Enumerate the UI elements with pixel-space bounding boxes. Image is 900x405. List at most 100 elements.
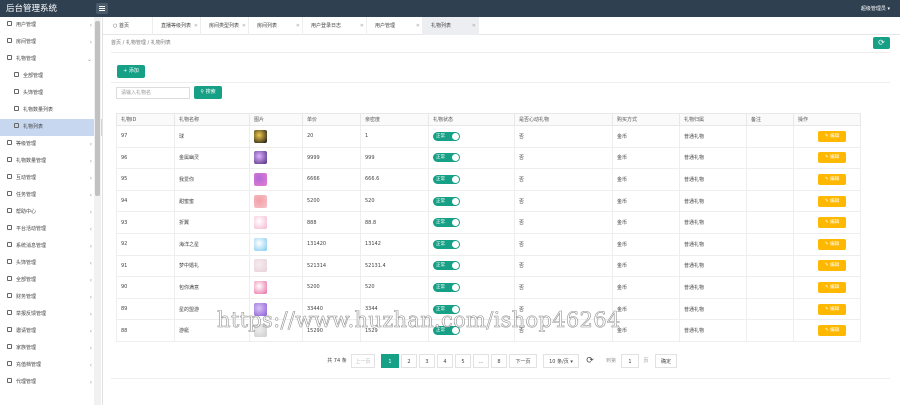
sidebar-item[interactable]: 举报反馈管理 ‹ — [0, 306, 102, 323]
status-cell: 正常 — [428, 254, 515, 278]
sidebar-item[interactable]: 房间管理 ‹ — [0, 34, 102, 51]
menu-item-icon — [7, 191, 12, 196]
user-menu[interactable]: 超级管理员 ▾ — [861, 5, 890, 12]
menu-item-icon — [14, 89, 19, 94]
tab[interactable]: 礼物列表 ✕ — [423, 17, 479, 35]
status-toggle[interactable]: 正常 — [433, 196, 460, 206]
sidebar-item[interactable]: 礼物数量管理 ‹ — [0, 153, 102, 170]
menu-item-icon — [7, 140, 12, 145]
status-toggle[interactable]: 正常 — [433, 282, 460, 292]
menu-item-icon — [7, 21, 12, 26]
sidebar-item[interactable]: 平台活动管理 ‹ — [0, 221, 102, 238]
page-size-select[interactable]: 10 条/页 ▾ — [543, 354, 579, 368]
status-toggle[interactable]: 正常 — [433, 261, 460, 271]
edit-button[interactable]: ✎ 编辑 — [818, 325, 846, 337]
sidebar-item[interactable]: 礼物列表 — [0, 119, 102, 136]
pagination-next[interactable]: 下一页 — [509, 354, 537, 368]
edit-button[interactable]: ✎ 编辑 — [818, 260, 846, 272]
close-icon[interactable]: ✕ — [472, 17, 476, 35]
edit-button[interactable]: ✎ 编辑 — [818, 303, 846, 315]
edit-button[interactable]: ✎ 编辑 — [818, 152, 846, 164]
tab[interactable]: ○ 首页 — [105, 17, 153, 35]
heartbeat-gift-cell: 否 — [514, 168, 613, 191]
close-icon[interactable]: ✕ — [296, 17, 300, 35]
status-toggle[interactable]: 正常 — [433, 153, 460, 163]
gift-id-cell: 96 — [116, 146, 175, 170]
edit-label: 编辑 — [830, 133, 840, 139]
sidebar-item[interactable]: 用户管理 ‹ — [0, 17, 102, 34]
sidebar-item[interactable]: 充值档管理 ‹ — [0, 357, 102, 374]
menu-item-icon — [14, 72, 19, 77]
status-toggle[interactable]: 正常 — [433, 131, 460, 141]
status-label: 正常 — [436, 220, 445, 226]
note-cell — [746, 319, 794, 342]
gift-image-cell — [249, 276, 303, 299]
sidebar-item[interactable]: 家族管理 ‹ — [0, 340, 102, 357]
status-toggle[interactable]: 正常 — [433, 218, 460, 228]
close-icon[interactable]: ✕ — [242, 17, 246, 35]
close-icon[interactable]: ✕ — [360, 17, 364, 35]
sidebar-item[interactable]: 财务管理 ‹ — [0, 289, 102, 306]
pagination-page-4[interactable]: 4 — [437, 354, 453, 368]
sidebar-item[interactable]: 礼物数量列表 — [0, 102, 102, 119]
sidebar-item[interactable]: 全部管理 ‹ — [0, 272, 102, 289]
tab[interactable]: 房间类型列表 ✕ — [201, 17, 249, 35]
edit-button[interactable]: ✎ 编辑 — [818, 217, 846, 229]
pagination-page-1[interactable]: 1 — [381, 354, 399, 368]
edit-button[interactable]: ✎ 编辑 — [818, 130, 846, 142]
price-cell: 131420 — [302, 232, 361, 256]
tab[interactable]: 用户管理 ✕ — [367, 17, 423, 35]
pagination-page-5[interactable]: 5 — [455, 354, 471, 368]
edit-button[interactable]: ✎ 编辑 — [818, 195, 846, 207]
tab[interactable]: 房间列表 ✕ — [249, 17, 303, 35]
goto-page-input[interactable]: 1 — [621, 354, 639, 368]
gift-name-cell: 折翼 — [174, 211, 250, 234]
sidebar-item[interactable]: 任务管理 ‹ — [0, 187, 102, 204]
refresh-icon[interactable]: ⟳ — [585, 354, 595, 368]
refresh-button[interactable]: ⟳ — [873, 37, 890, 49]
goto-confirm-button[interactable]: 确定 — [655, 354, 677, 368]
sidebar-item[interactable]: 全部管理 — [0, 68, 102, 85]
tab[interactable]: 直播等级列表 ✕ — [153, 17, 201, 35]
note-cell — [746, 254, 794, 278]
pagination-ellipsis: … — [473, 354, 489, 368]
edit-button[interactable]: ✎ 编辑 — [818, 238, 846, 250]
status-toggle[interactable]: 正常 — [433, 239, 460, 249]
toggle-knob — [452, 240, 459, 248]
breadcrumb-home[interactable]: 首页 — [111, 40, 121, 46]
gift-image — [254, 259, 267, 273]
sidebar-scrollbar[interactable] — [94, 17, 101, 405]
menu-toggle-icon[interactable] — [96, 3, 108, 14]
column-header: 图片 — [249, 113, 303, 126]
edit-label: 编辑 — [830, 241, 840, 247]
sidebar-item[interactable]: 头饰管理 ‹ — [0, 255, 102, 272]
sidebar-item[interactable]: 邀请管理 ‹ — [0, 323, 102, 340]
heartbeat-gift-cell: 否 — [514, 254, 613, 278]
tab[interactable]: 用户登录日志 ✕ — [303, 17, 367, 35]
sidebar-scroll-thumb[interactable] — [95, 21, 100, 196]
add-gift-button[interactable]: + 添加 — [117, 65, 145, 78]
pagination-prev[interactable]: 上一页 — [351, 354, 375, 368]
sidebar-item[interactable]: 互动管理 ‹ — [0, 170, 102, 187]
sidebar-item[interactable]: 系统消息管理 ‹ — [0, 238, 102, 255]
gift-name-search-input[interactable] — [116, 87, 190, 99]
edit-button[interactable]: ✎ 编辑 — [818, 173, 846, 185]
close-icon[interactable]: ✕ — [194, 17, 198, 35]
pagination-page-8[interactable]: 8 — [491, 354, 507, 368]
sidebar-item-label: 礼物管理 — [16, 56, 37, 62]
edit-button[interactable]: ✎ 编辑 — [818, 281, 846, 293]
sidebar-item[interactable]: 头饰管理 — [0, 85, 102, 102]
tab-label: 房间列表 — [257, 23, 278, 29]
breadcrumb-section[interactable]: 礼物管理 — [126, 40, 146, 46]
search-button[interactable]: ⚲ 搜索 — [194, 86, 222, 99]
sidebar-item[interactable]: 帮助中心 ‹ — [0, 204, 102, 221]
price-cell: 6666 — [302, 168, 361, 191]
sidebar-item[interactable]: 等级管理 ‹ — [0, 136, 102, 153]
pagination-page-3[interactable]: 3 — [419, 354, 435, 368]
sidebar-item[interactable]: 代理管理 ‹ — [0, 374, 102, 391]
close-icon[interactable]: ✕ — [416, 17, 420, 35]
gift-category-cell: 普通礼物 — [679, 319, 747, 342]
sidebar-item[interactable]: 礼物管理 ⌄ — [0, 51, 102, 68]
pagination-page-2[interactable]: 2 — [401, 354, 417, 368]
status-toggle[interactable]: 正常 — [433, 174, 460, 184]
